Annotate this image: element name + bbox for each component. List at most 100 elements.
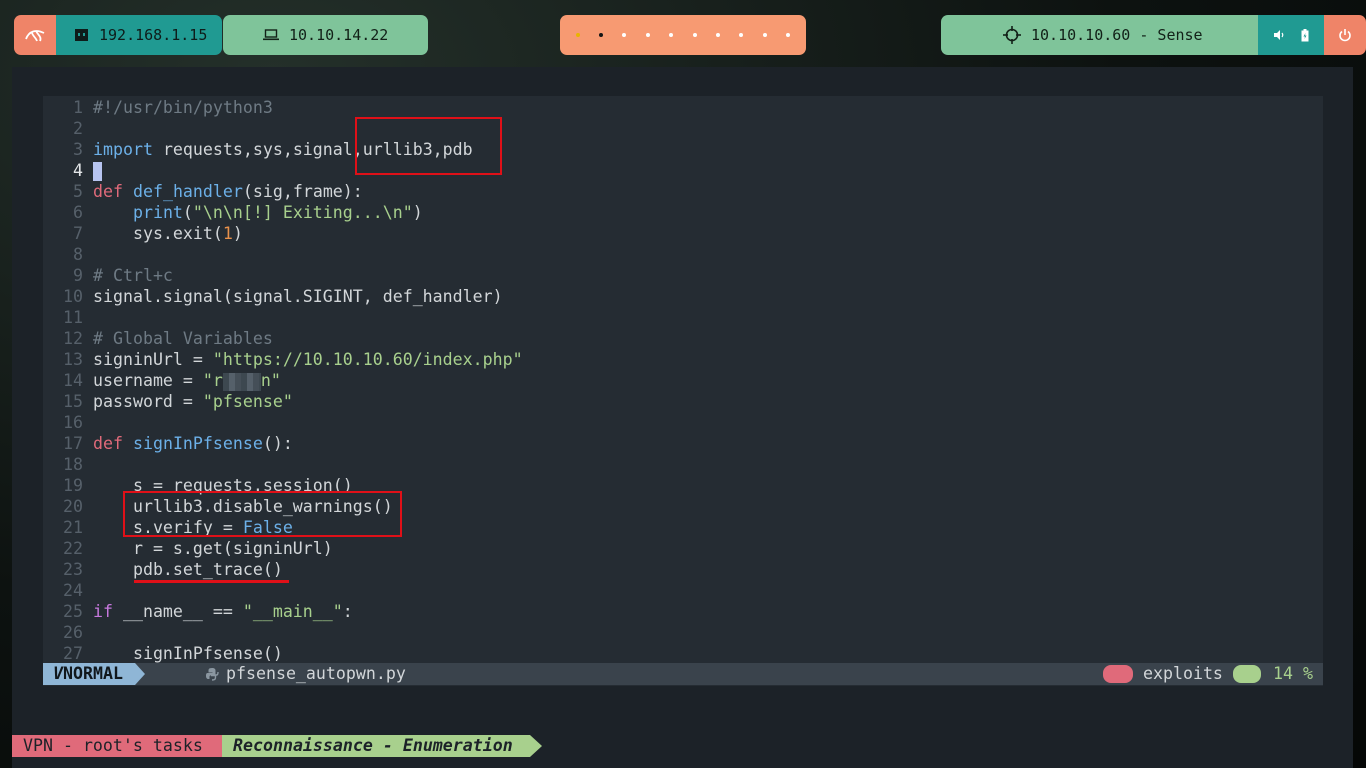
code-line: 15 password = "pfsense" [43,391,1323,412]
code-line: 16 [43,412,1323,433]
redacted-blur [222,372,261,391]
code-text: # Global Variables [93,329,273,348]
highlight-box-imports [355,117,502,175]
workspace-dot[interactable] [786,33,791,37]
code-line: 17 def signInPfsense(): [43,433,1323,454]
code-line: 3 import requests,sys,signal,urllib3,pdb [43,139,1323,160]
underline-pdb [134,580,289,583]
filename-text: pfsense_autopwn.py [226,664,406,683]
tmux-window-active[interactable]: Reconnaissance - Enumeration [222,735,530,757]
line-number: 6 [73,203,83,222]
line-number: 4 [73,161,83,180]
kali-dragon-icon [25,30,45,42]
target-text: 10.10.10.60 - Sense [1031,26,1203,44]
code-text: print("\n\n[!] Exiting...\n") [132,203,423,222]
line-number: 25 [63,602,83,621]
separator [135,663,145,685]
code-text: username = "r n" [93,371,281,391]
line-number: 2 [73,119,83,138]
code-line: 6 print("\n\n[!] Exiting...\n") [43,202,1323,223]
code-text: r = s.get(signinUrl) [93,539,333,558]
vim-mode-text: NORMAL [63,664,123,683]
line-number: 16 [63,413,83,432]
line-number: 26 [63,623,83,642]
line-number: 1 [73,98,83,117]
line-number: 10 [63,287,83,306]
workspace-dot[interactable] [762,33,767,37]
battery-icon [1301,28,1309,41]
workspace-dot[interactable] [575,33,580,37]
code-line: 5 def def_handler(sig,frame): [43,181,1323,202]
target-widget[interactable]: 10.10.10.60 - Sense [941,15,1258,55]
folder-icon [1103,665,1133,683]
code-line: 9 # Ctrl+c [43,265,1323,286]
code-text: pdb.set_trace() [93,560,283,579]
code-text: signInPfsense() [93,644,283,663]
code-text: signinUrl = "https://10.10.10.60/index.p… [93,350,523,369]
code-line: 14 username = "r n" [43,370,1323,391]
code-line: 27 signInPfsense() [43,643,1323,664]
code-text: # Ctrl+c [93,266,173,285]
workspace-switcher[interactable] [560,15,806,55]
line-number: 23 [63,560,83,579]
vim-editor[interactable]: 1 #!/usr/bin/python3 2 3 import requests,s… [43,96,1323,686]
line-number: 22 [63,539,83,558]
directory-text: exploits [1143,664,1223,683]
line-number: 13 [63,350,83,369]
laptop-icon [263,29,279,41]
tmux-session[interactable]: VPN - root's tasks [12,735,222,757]
code-text: def def_handler(sig,frame): [93,182,363,201]
system-tray[interactable] [1258,15,1324,55]
line-number: 18 [63,455,83,474]
crosshair-icon [1003,26,1021,44]
workspace-dot[interactable] [622,33,627,37]
vim-mode-indicator: VNORMAL [43,663,135,685]
line-number: 5 [73,182,83,201]
workspace-dot[interactable] [739,33,744,37]
code-line: 24 [43,580,1323,601]
code-line: 22 r = s.get(signinUrl) [43,538,1323,559]
ethernet-icon [75,29,88,41]
workspace-dot[interactable] [645,33,650,37]
code-line: 7 sys.exit(1) [43,223,1323,244]
line-number: 19 [63,476,83,495]
line-number: 20 [63,497,83,516]
workspace-dot-active[interactable] [599,33,604,37]
line-number: 15 [63,392,83,411]
volume-icon[interactable] [1273,29,1285,41]
code-text: signal.signal(signal.SIGINT, def_handler… [93,287,503,306]
code-line: 10 signal.signal(signal.SIGINT, def_handl… [43,286,1323,307]
line-number: 9 [73,266,83,285]
line-number: 17 [63,434,83,453]
percent-segment: 14 % [1233,663,1323,685]
code-text: if __name__ == "__main__": [93,602,353,621]
power-icon [1339,29,1351,42]
line-number: 7 [73,224,83,243]
code-text: def signInPfsense(): [93,434,293,453]
workspace-dot[interactable] [692,33,697,37]
code-line: 23 pdb.set_trace() [43,559,1323,580]
lines-icon [1233,665,1261,683]
line-number: 27 [63,644,83,663]
line-number: 12 [63,329,83,348]
line-number: 11 [63,308,83,327]
workspace-dot[interactable] [716,33,721,37]
code-line: 13 signinUrl = "https://10.10.10.60/index… [43,349,1323,370]
code-text: password = "pfsense" [93,392,293,411]
host-ip-widget[interactable]: 192.168.1.15 [56,15,222,55]
vpn-ip-widget[interactable]: 10.10.14.22 [223,15,428,55]
vpn-ip-text: 10.10.14.22 [289,26,389,44]
line-number: 14 [63,371,83,390]
code-line: 12 # Global Variables [43,328,1323,349]
separator [530,735,542,757]
line-number: 24 [63,581,83,600]
power-button[interactable] [1324,15,1366,55]
percent-text: 14 % [1273,664,1313,683]
code-line: 8 [43,244,1323,265]
workspace-dot[interactable] [669,33,674,37]
code-line: 26 [43,622,1323,643]
code-line: 1 #!/usr/bin/python3 [43,97,1323,118]
code-line: 18 [43,454,1323,475]
kali-menu-button[interactable] [14,15,56,55]
line-number: 8 [73,245,83,264]
